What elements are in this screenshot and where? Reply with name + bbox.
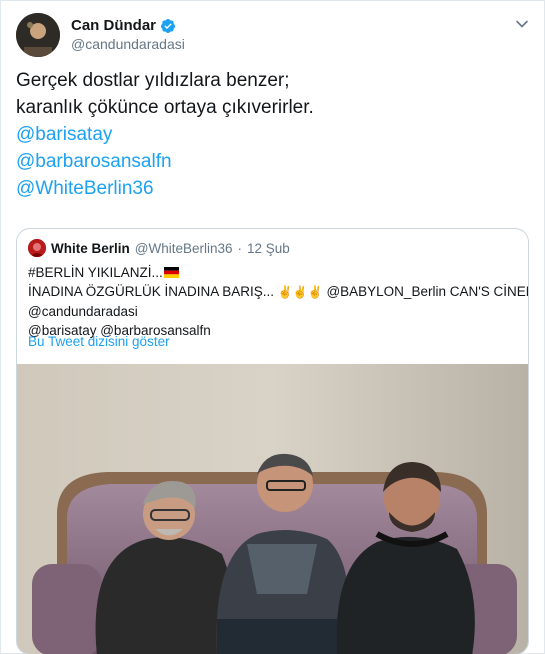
quoted-hashtag-line: #BERLİN YIKILANZİ... [28, 265, 163, 280]
tweet-card: Can Dündar @candundaradasi Gerçek dostla… [0, 0, 545, 654]
quoted-handle: @WhiteBerlin36 [134, 240, 233, 256]
victory-hand-icon: ✌️ [307, 285, 323, 299]
quoted-text: #BERLİN YIKILANZİ... İNADINA ÖZGÜRLÜK İN… [28, 263, 528, 340]
tweet-header: Can Dündar @candundaradasi [16, 13, 531, 59]
author-block: Can Dündar @candundaradasi [71, 17, 185, 52]
display-name[interactable]: Can Dündar [71, 17, 156, 34]
chevron-down-icon[interactable] [513, 15, 531, 33]
victory-hand-icon: ✌️ [292, 285, 308, 299]
quoted-display-name[interactable]: White Berlin [51, 241, 130, 256]
victory-hand-icon: ✌️ [277, 285, 293, 299]
mention-link[interactable]: @WhiteBerlin36 [16, 175, 531, 202]
verified-badge-icon [160, 18, 176, 34]
quoted-line: @BABYLON_Berlin CAN'S CİNEMA [326, 284, 529, 299]
handle[interactable]: @candundaradasi [71, 36, 185, 52]
tweet-line: karanlık çökünce ortaya çıkıverirler. [16, 97, 314, 118]
show-thread-link[interactable]: Bu Tweet dizisini göster [28, 334, 170, 349]
quoted-header: White Berlin @WhiteBerlin36 · 12 Şub [28, 239, 290, 257]
quoted-separator: · [237, 240, 243, 256]
avatar[interactable] [16, 13, 60, 57]
mention-link[interactable]: @barbarosansalfn [16, 148, 531, 175]
tweet-text: Gerçek dostlar yıldızlara benzer; karanl… [16, 67, 531, 202]
tweet-line: Gerçek dostlar yıldızlara benzer; [16, 70, 290, 91]
quoted-timestamp[interactable]: 12 Şub [247, 241, 290, 256]
quoted-line: İNADINA ÖZGÜRLÜK İNADINA BARIŞ... [28, 284, 275, 299]
germany-flag-icon [163, 264, 179, 278]
mention-link[interactable]: @barisatay [16, 121, 531, 148]
quoted-tweet[interactable]: White Berlin @WhiteBerlin36 · 12 Şub #BE… [16, 228, 529, 654]
quoted-mention: @candundaradasi [28, 304, 138, 319]
quoted-avatar[interactable] [28, 239, 46, 257]
quoted-photo[interactable] [17, 364, 528, 654]
